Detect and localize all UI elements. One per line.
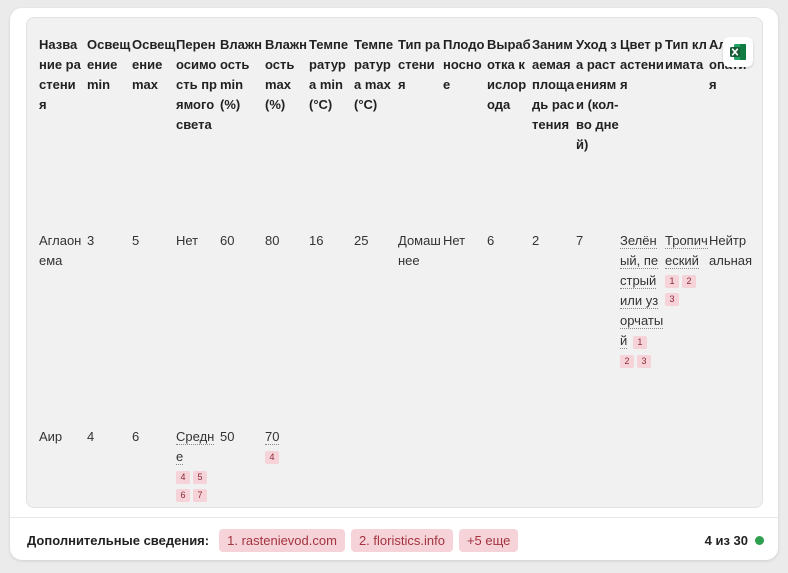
column-header: Переносимость прямого света — [176, 37, 217, 132]
reference-badge[interactable]: 6 — [176, 489, 190, 502]
table-cell: 4 — [87, 429, 95, 444]
export-excel-button[interactable] — [723, 37, 753, 67]
reference-badge[interactable]: 3 — [637, 355, 651, 368]
reference-list: 4 — [265, 447, 309, 465]
footer-divider — [10, 517, 778, 518]
column-header: Температура min (°C) — [309, 37, 349, 112]
reference-list: 12 3 — [665, 271, 709, 307]
column-header: Занимаемая площадь растения — [532, 37, 575, 132]
table-cell: 6 — [487, 233, 495, 248]
row-counter-text: 4 из 30 — [704, 532, 748, 548]
reference-badge[interactable]: 1 — [632, 336, 647, 349]
reference-badge[interactable]: 2 — [620, 355, 634, 368]
table-cell: Нейтральная — [709, 233, 753, 268]
column-header: Тип климата — [665, 37, 707, 72]
table-cell: Нет — [176, 233, 199, 248]
column-header: Уход за растениями (кол-во дней) — [576, 37, 619, 152]
table-cell: Тропический 12 3 — [665, 231, 709, 307]
table-cell: 80 — [265, 233, 280, 248]
reference-badge[interactable]: 1 — [665, 275, 679, 288]
table-cell: 60 — [220, 233, 235, 248]
source-link[interactable]: 2. floristics.info — [350, 528, 453, 552]
table-cell: 3 — [87, 233, 95, 248]
column-header: Влажность max (%) — [265, 37, 307, 112]
table-cell: 25 — [354, 233, 369, 248]
column-header: Цвет растения — [620, 37, 664, 92]
row-counter: 4 из 30 — [705, 533, 764, 548]
reference-badge[interactable]: 2 — [682, 275, 696, 288]
reference-list: 23 — [620, 351, 664, 369]
excel-icon — [730, 44, 746, 60]
table-cell: 50 — [220, 429, 235, 444]
table-cell: Аглаонема — [39, 233, 82, 268]
table-cell: 70 4 — [265, 427, 309, 465]
reference-badge[interactable]: 4 — [176, 471, 190, 484]
column-header: Влажность min (%) — [220, 37, 262, 112]
cell-text: Тропический — [665, 233, 708, 269]
column-header: Выработка кислорода — [487, 37, 531, 112]
column-header: Освещение max — [132, 37, 176, 92]
reference-badge[interactable]: 3 — [665, 293, 679, 306]
table-cell: 2 — [532, 233, 540, 248]
column-header: Тип растения — [398, 37, 441, 92]
column-header: Плодоносное — [443, 37, 485, 92]
reference-list: 45 67 — [176, 467, 220, 503]
table-cell: Нет — [443, 233, 466, 248]
footer: Дополнительные сведения: 1. rastenievod.… — [27, 526, 764, 554]
table-cell: 6 — [132, 429, 140, 444]
more-sources-button[interactable]: +5 еще — [458, 528, 519, 552]
table-cell: Средне 45 67 — [176, 427, 220, 503]
data-table: Название растения Аглаонема Аир Освещени… — [26, 17, 763, 508]
reference-badge[interactable]: 4 — [265, 451, 279, 464]
table-cell: Зелёный, пестрый или узорчатый 1 23 — [620, 231, 664, 369]
footer-label: Дополнительные сведения: — [27, 532, 210, 548]
cell-text: 70 — [265, 429, 280, 445]
status-dot — [755, 535, 764, 545]
table-cell: 5 — [132, 233, 140, 248]
reference-badge[interactable]: 5 — [193, 471, 207, 484]
column-header: Освещение min — [87, 37, 131, 92]
table-cell: 7 — [576, 233, 584, 248]
column-header: Название растения — [39, 37, 81, 112]
table-cell: 16 — [309, 233, 324, 248]
column-header: Температура max (°C) — [354, 37, 394, 112]
plant-table-card: Название растения Аглаонема Аир Освещени… — [10, 8, 778, 560]
cell-text: Средне — [176, 429, 215, 465]
table-cell: Аир — [39, 429, 63, 444]
source-link[interactable]: 1. rastenievod.com — [219, 528, 345, 552]
cell-text: Зелёный, пестрый или узорчатый — [620, 233, 664, 349]
table-cell: Домашнее — [398, 233, 441, 268]
reference-badge[interactable]: 7 — [193, 489, 207, 502]
